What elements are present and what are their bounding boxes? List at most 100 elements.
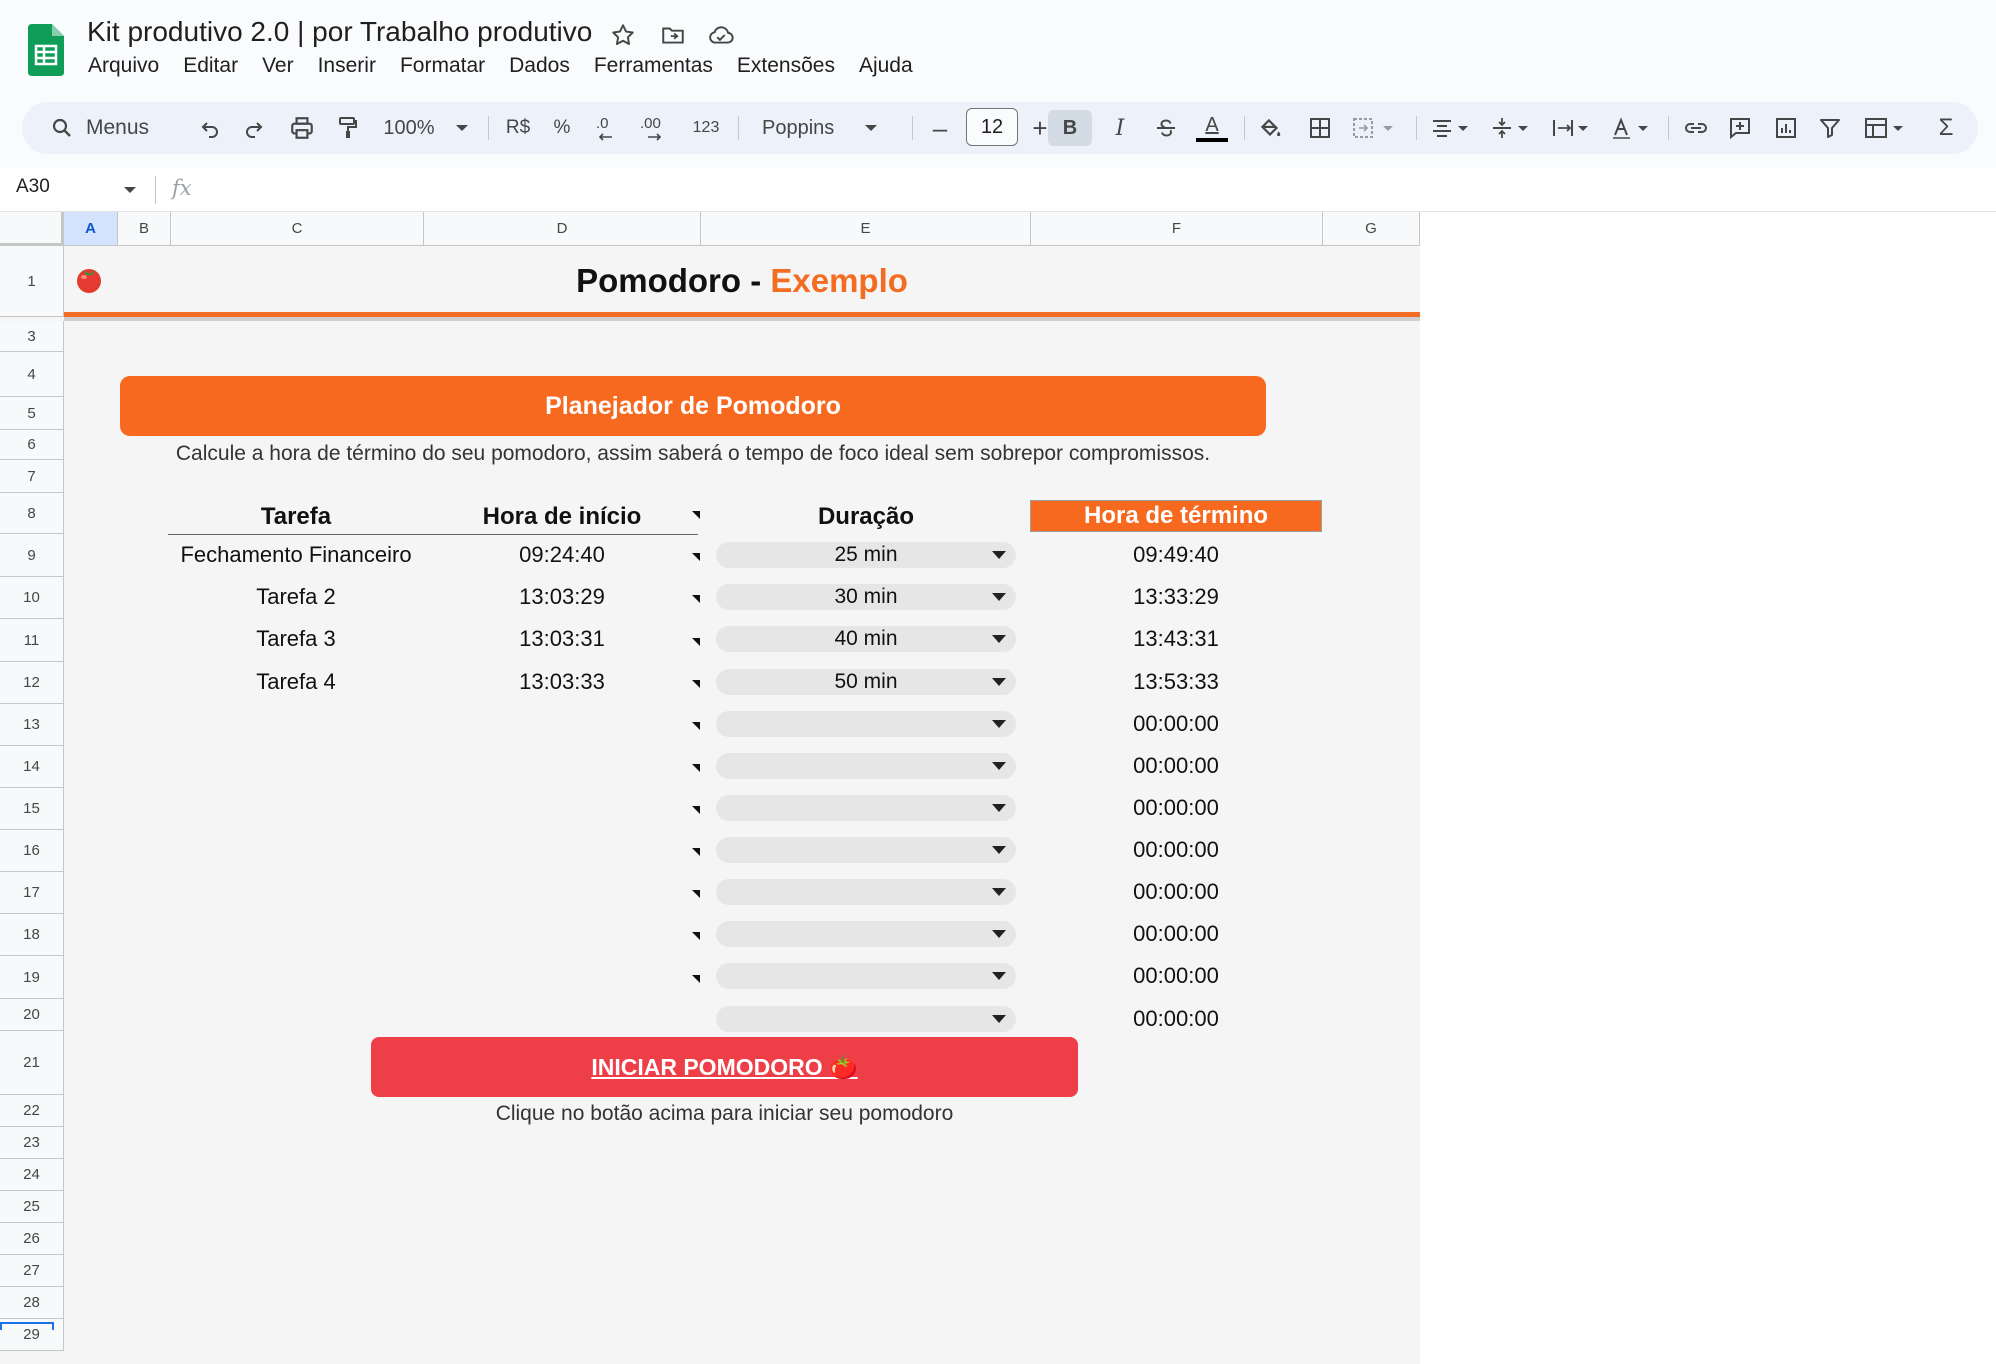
start-pomodoro-button[interactable]: INICIAR POMODORO 🍅 <box>371 1037 1078 1097</box>
row-header[interactable]: 24 <box>0 1159 64 1191</box>
strikethrough-icon[interactable] <box>1148 110 1184 146</box>
merge-cells-icon[interactable] <box>1346 110 1402 146</box>
column-header-d[interactable]: D <box>424 212 701 246</box>
sheet-content[interactable]: Pomodoro - Exemplo Planejador de Pomodor… <box>64 246 1420 1364</box>
paint-format-icon[interactable] <box>330 110 366 146</box>
row-header[interactable]: 21 <box>0 1031 64 1095</box>
task-name-cell[interactable]: Fechamento Financeiro <box>170 535 422 575</box>
column-header-c[interactable]: C <box>171 212 424 246</box>
selected-cell-a30[interactable] <box>0 1322 54 1330</box>
row-header[interactable]: 16 <box>0 830 64 872</box>
sheets-logo-icon[interactable] <box>28 24 64 76</box>
duration-dropdown[interactable] <box>716 753 1016 779</box>
insert-chart-icon[interactable] <box>1768 110 1804 146</box>
bold-button[interactable]: B <box>1048 110 1092 146</box>
text-wrapping-icon[interactable] <box>1546 110 1598 146</box>
task-name-cell[interactable] <box>170 999 422 1039</box>
borders-icon[interactable] <box>1302 110 1338 146</box>
insert-comment-icon[interactable] <box>1722 110 1758 146</box>
menu-editar[interactable]: Editar <box>171 52 250 80</box>
end-time-cell[interactable]: 09:49:40 <box>1030 535 1322 575</box>
task-name-cell[interactable]: Tarefa 3 <box>170 619 422 659</box>
number-format-button[interactable]: 123 <box>684 110 728 146</box>
row-header[interactable]: 20 <box>0 999 64 1031</box>
row-header[interactable]: 4 <box>0 352 64 397</box>
redo-icon[interactable] <box>236 110 272 146</box>
select-all-corner[interactable] <box>0 212 64 246</box>
task-name-cell[interactable] <box>170 872 422 912</box>
column-header-b[interactable]: B <box>118 212 171 246</box>
menu-extensoes[interactable]: Extensões <box>725 52 847 80</box>
task-name-cell[interactable]: Tarefa 2 <box>170 577 422 617</box>
menu-arquivo[interactable]: Arquivo <box>76 52 171 80</box>
text-color-button[interactable]: A <box>1194 110 1230 146</box>
row-header[interactable]: 14 <box>0 746 64 788</box>
end-time-cell[interactable]: 00:00:00 <box>1030 746 1322 786</box>
start-time-cell[interactable]: 09:24:40 <box>424 535 700 575</box>
row-header[interactable]: 18 <box>0 914 64 956</box>
end-time-cell[interactable]: 00:00:00 <box>1030 788 1322 828</box>
insert-link-icon[interactable] <box>1678 110 1714 146</box>
column-header-g[interactable]: G <box>1323 212 1420 246</box>
menu-ajuda[interactable]: Ajuda <box>847 52 925 80</box>
decrease-font-size-button[interactable]: – <box>922 110 958 146</box>
row-header[interactable]: 6 <box>0 430 64 460</box>
functions-button[interactable]: Σ <box>1928 110 1964 146</box>
end-time-cell[interactable]: 00:00:00 <box>1030 999 1322 1039</box>
end-time-cell[interactable]: 13:53:33 <box>1030 662 1322 702</box>
filter-icon[interactable] <box>1812 110 1848 146</box>
start-time-cell[interactable] <box>424 746 700 786</box>
duration-dropdown[interactable] <box>716 1006 1016 1032</box>
increase-decimal-button[interactable]: .00 <box>634 110 674 146</box>
start-time-cell[interactable] <box>424 956 700 996</box>
row-header[interactable]: 13 <box>0 704 64 746</box>
italic-button[interactable]: I <box>1102 110 1138 146</box>
fill-color-icon[interactable] <box>1252 110 1288 146</box>
duration-dropdown[interactable] <box>716 711 1016 737</box>
task-name-cell[interactable] <box>170 830 422 870</box>
row-header[interactable]: 11 <box>0 619 64 662</box>
row-header[interactable]: 26 <box>0 1223 64 1255</box>
task-name-cell[interactable]: Tarefa 4 <box>170 662 422 702</box>
star-icon[interactable] <box>608 20 638 50</box>
task-name-cell[interactable] <box>170 746 422 786</box>
task-name-cell[interactable] <box>170 704 422 744</box>
column-header-e[interactable]: E <box>701 212 1031 246</box>
undo-icon[interactable] <box>192 110 228 146</box>
row-header[interactable]: 9 <box>0 534 64 577</box>
row-header[interactable]: 5 <box>0 397 64 430</box>
decrease-decimal-button[interactable]: .0 <box>588 110 626 146</box>
start-time-cell[interactable] <box>424 999 700 1039</box>
text-rotation-icon[interactable] <box>1606 110 1658 146</box>
percent-format-button[interactable]: % <box>544 110 580 146</box>
font-size-input[interactable]: 12 <box>966 108 1018 146</box>
menu-inserir[interactable]: Inserir <box>306 52 388 80</box>
start-time-cell[interactable] <box>424 914 700 954</box>
duration-dropdown[interactable] <box>716 879 1016 905</box>
end-time-cell[interactable]: 00:00:00 <box>1030 914 1322 954</box>
menu-formatar[interactable]: Formatar <box>388 52 497 80</box>
row-header[interactable]: 1 <box>0 246 64 317</box>
print-icon[interactable] <box>284 110 320 146</box>
end-time-cell[interactable]: 00:00:00 <box>1030 872 1322 912</box>
duration-dropdown[interactable] <box>716 963 1016 989</box>
end-time-cell[interactable]: 13:33:29 <box>1030 577 1322 617</box>
move-folder-icon[interactable] <box>658 20 688 50</box>
task-name-cell[interactable] <box>170 788 422 828</box>
row-header[interactable]: 19 <box>0 956 64 999</box>
start-time-cell[interactable] <box>424 704 700 744</box>
row-header[interactable]: 7 <box>0 460 64 493</box>
end-time-cell[interactable]: 00:00:00 <box>1030 956 1322 996</box>
row-header[interactable]: 22 <box>0 1095 64 1127</box>
menu-dados[interactable]: Dados <box>497 52 582 80</box>
row-header[interactable]: 8 <box>0 493 64 534</box>
end-time-cell[interactable]: 00:00:00 <box>1030 704 1322 744</box>
duration-dropdown[interactable]: 25 min <box>716 542 1016 568</box>
document-title[interactable]: Kit produtivo 2.0 | por Trabalho produti… <box>87 16 592 48</box>
menu-ver[interactable]: Ver <box>250 52 306 80</box>
row-header[interactable]: 10 <box>0 577 64 619</box>
filter-views-icon[interactable] <box>1858 110 1914 146</box>
end-time-cell[interactable]: 13:43:31 <box>1030 619 1322 659</box>
start-time-cell[interactable] <box>424 872 700 912</box>
vertical-align-icon[interactable] <box>1486 110 1538 146</box>
